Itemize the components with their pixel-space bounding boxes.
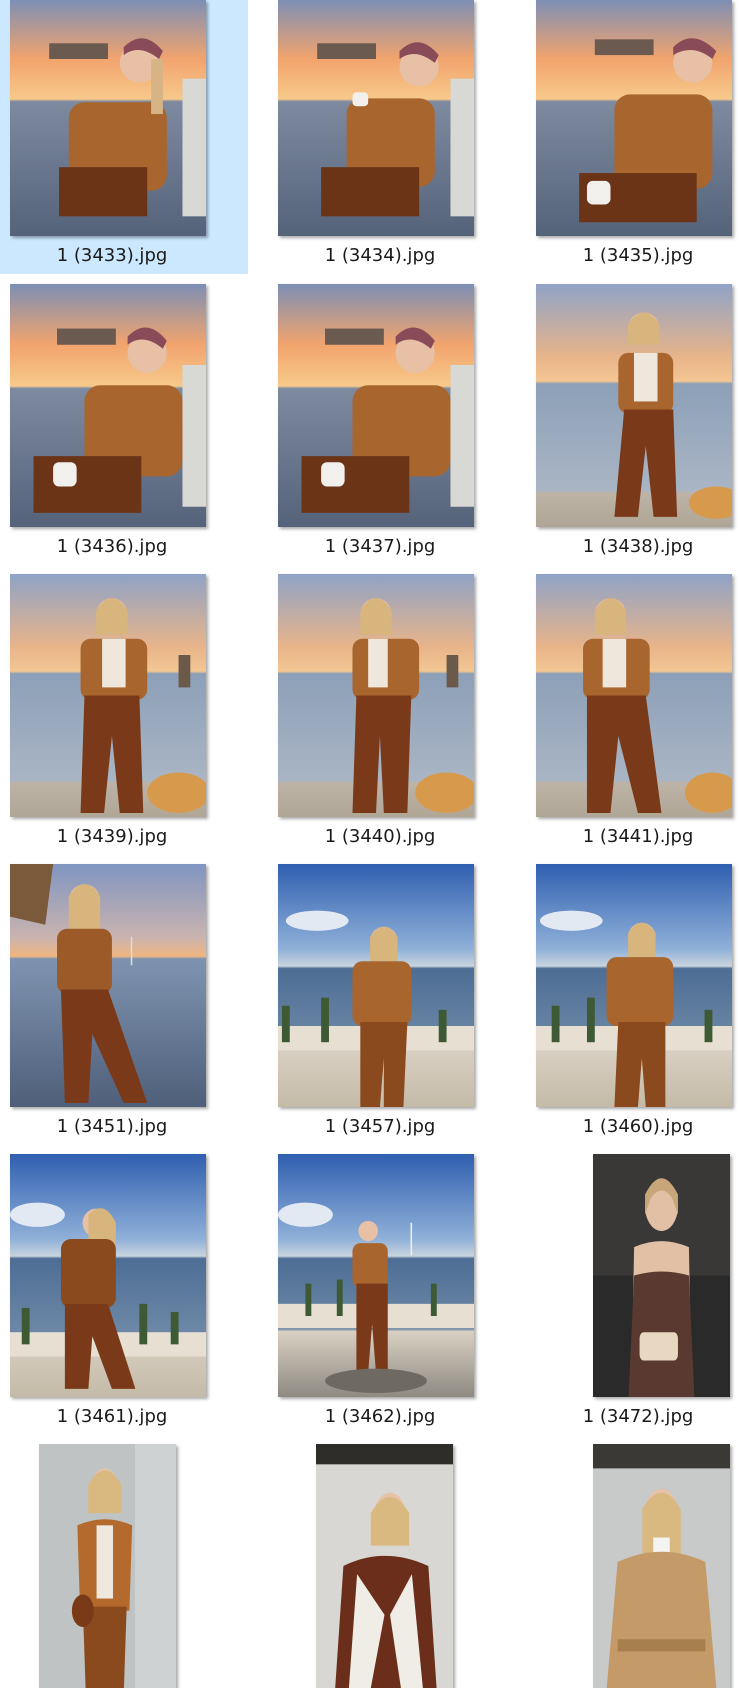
file-name-label: 1 (3435).jpg [582,245,694,266]
file-name-label: 1 (3451).jpg [56,1116,168,1137]
file-item[interactable]: 1 (3437).jpg [258,284,506,558]
file-item[interactable]: 1 (3439).jpg [0,574,248,848]
file-name-label: 1 (3434).jpg [324,245,436,266]
file-item[interactable] [0,1444,248,1688]
thumbnail-image[interactable] [536,574,732,817]
file-grid: 1 (3433).jpg 1 (3434).jpg 1 (3435).jpg 1… [0,0,740,1688]
thumbnail-image[interactable] [278,574,474,817]
thumbnail-image[interactable] [10,0,206,236]
thumbnail-image[interactable] [10,284,206,527]
file-item[interactable]: 1 (3451).jpg [0,864,248,1138]
file-item[interactable] [516,1444,740,1688]
file-name-label: 1 (3433).jpg [56,245,168,266]
file-item[interactable]: 1 (3461).jpg [0,1154,248,1428]
thumbnail-image[interactable] [536,0,732,236]
file-name-label: 1 (3460).jpg [582,1116,694,1137]
thumbnail-image[interactable] [10,1154,206,1397]
thumbnail-image[interactable] [593,1444,730,1688]
file-item[interactable]: 1 (3441).jpg [516,574,740,848]
file-name-label: 1 (3436).jpg [56,536,168,557]
file-item[interactable] [258,1444,506,1688]
file-name-label: 1 (3461).jpg [56,1406,168,1427]
thumbnail-image[interactable] [536,284,732,527]
file-item[interactable]: 1 (3440).jpg [258,574,506,848]
file-name-label: 1 (3437).jpg [324,536,436,557]
file-name-label: 1 (3462).jpg [324,1406,436,1427]
thumbnail-image[interactable] [39,1444,176,1688]
file-item[interactable]: 1 (3433).jpg [0,0,248,274]
thumbnail-image[interactable] [278,0,474,236]
file-name-label: 1 (3438).jpg [582,536,694,557]
thumbnail-image[interactable] [278,284,474,527]
file-item[interactable]: 1 (3438).jpg [516,284,740,558]
file-item[interactable]: 1 (3436).jpg [0,284,248,558]
thumbnail-image[interactable] [10,574,206,817]
thumbnail-image[interactable] [278,864,474,1107]
file-item[interactable]: 1 (3472).jpg [516,1154,740,1428]
file-item[interactable]: 1 (3457).jpg [258,864,506,1138]
thumbnail-image[interactable] [278,1154,474,1397]
file-item[interactable]: 1 (3435).jpg [516,0,740,274]
file-name-label: 1 (3457).jpg [324,1116,436,1137]
file-name-label: 1 (3472).jpg [582,1406,694,1427]
file-item[interactable]: 1 (3462).jpg [258,1154,506,1428]
file-name-label: 1 (3440).jpg [324,826,436,847]
thumbnail-image[interactable] [536,864,732,1107]
file-item[interactable]: 1 (3460).jpg [516,864,740,1138]
thumbnail-image[interactable] [593,1154,730,1397]
thumbnail-image[interactable] [316,1444,453,1688]
thumbnail-image[interactable] [10,864,206,1107]
file-name-label: 1 (3441).jpg [582,826,694,847]
file-name-label: 1 (3439).jpg [56,826,168,847]
file-item[interactable]: 1 (3434).jpg [258,0,506,274]
